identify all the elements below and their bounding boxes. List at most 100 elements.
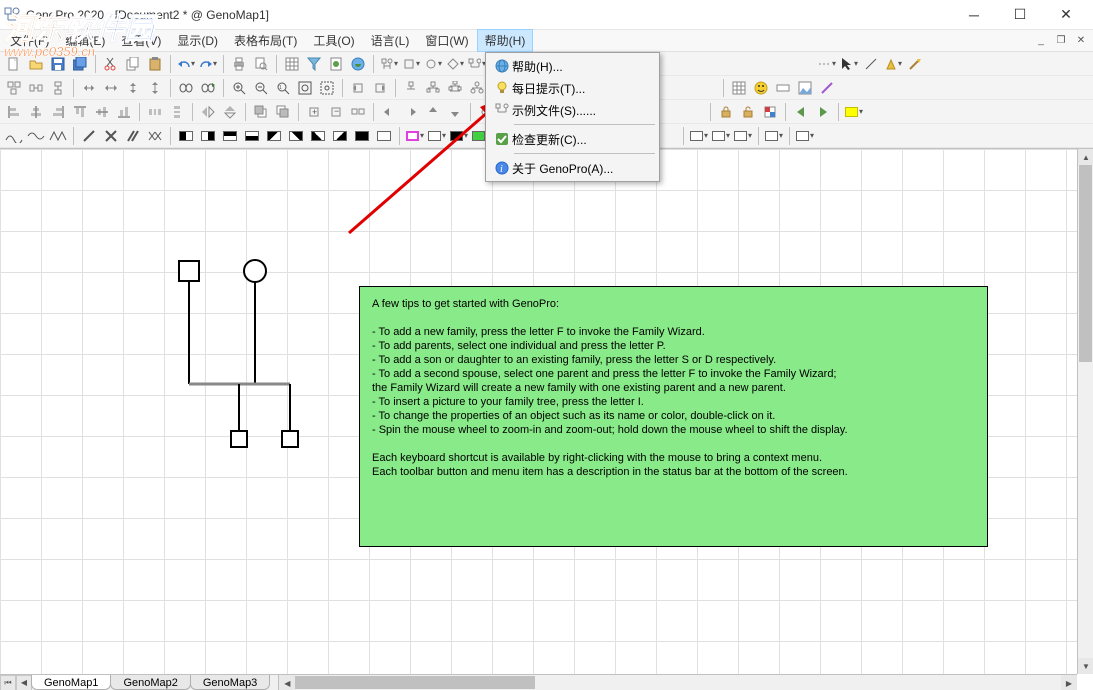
align-bottom-icon[interactable] — [114, 102, 134, 122]
fill-right-icon[interactable] — [198, 126, 218, 146]
fill-bottomleft-icon[interactable] — [308, 126, 328, 146]
cut-icon[interactable] — [101, 54, 121, 74]
color-magenta-icon[interactable] — [405, 126, 425, 146]
line-double-x-icon[interactable] — [145, 126, 165, 146]
align-center-h-icon[interactable] — [26, 102, 46, 122]
close-button[interactable]: ✕ — [1043, 0, 1089, 30]
scroll-down-icon[interactable]: ▼ — [1078, 658, 1093, 674]
table-layout-icon[interactable] — [282, 54, 302, 74]
vscroll-thumb[interactable] — [1079, 165, 1092, 362]
nav-prev-icon[interactable] — [791, 102, 811, 122]
fill-bottomright-icon[interactable] — [330, 126, 350, 146]
tab-genomap3[interactable]: GenoMap3 — [190, 675, 270, 690]
tag-filter-icon[interactable] — [304, 54, 324, 74]
flip-h-icon[interactable] — [198, 102, 218, 122]
size-shrink-icon[interactable]: − — [326, 102, 346, 122]
pointer-tool-icon[interactable] — [839, 54, 859, 74]
line-wave-icon[interactable] — [26, 126, 46, 146]
family-gen-4-icon[interactable] — [467, 78, 487, 98]
print-icon[interactable] — [229, 54, 249, 74]
color-sw-4-icon[interactable] — [764, 126, 784, 146]
scroll-up-icon[interactable]: ▲ — [1078, 149, 1093, 165]
scroll-right-icon[interactable]: ▶ — [1061, 675, 1077, 690]
toggle-smiley-icon[interactable] — [751, 78, 771, 98]
merge-vertical-icon[interactable] — [123, 78, 143, 98]
zoom-out-icon[interactable] — [251, 78, 271, 98]
size-grow-icon[interactable]: + — [304, 102, 324, 122]
undo-icon[interactable] — [176, 54, 196, 74]
fill-left-icon[interactable] — [176, 126, 196, 146]
mdi-restore-button[interactable]: ❐ — [1052, 33, 1070, 49]
menu-edit[interactable]: 编辑(E) — [57, 29, 113, 52]
align-left-icon[interactable] — [4, 102, 24, 122]
color-black-icon[interactable] — [449, 126, 469, 146]
send-back-icon[interactable] — [273, 102, 293, 122]
color-sw-5-icon[interactable] — [795, 126, 815, 146]
menu-file[interactable]: 文件(F) — [2, 29, 57, 52]
mdi-close-button[interactable]: ✕ — [1072, 33, 1090, 49]
zoom-selection-icon[interactable] — [317, 78, 337, 98]
color-sw-3-icon[interactable] — [733, 126, 753, 146]
upload-pedigree-icon[interactable] — [348, 54, 368, 74]
menu-sample-files[interactable]: 示例文件(S)...... — [488, 99, 657, 121]
menu-window[interactable]: 窗口(W) — [417, 29, 476, 52]
fill-topright-icon[interactable] — [286, 126, 306, 146]
color-sw-2-icon[interactable] — [711, 126, 731, 146]
copy-icon[interactable] — [123, 54, 143, 74]
nav-next-icon[interactable] — [813, 102, 833, 122]
toggle-relationships-icon[interactable] — [817, 78, 837, 98]
hscroll-thumb[interactable] — [295, 676, 534, 689]
family-gen-3-icon[interactable] — [445, 78, 465, 98]
align-middle-v-icon[interactable] — [92, 102, 112, 122]
line-tool-icon[interactable] — [861, 54, 881, 74]
fill-solid-icon[interactable] — [352, 126, 372, 146]
tab-prev-icon[interactable]: ◀ — [16, 675, 32, 690]
paste-icon[interactable] — [145, 54, 165, 74]
new-pet-icon[interactable] — [445, 54, 465, 74]
save-icon[interactable] — [48, 54, 68, 74]
autoarrange-vertical-icon[interactable] — [48, 78, 68, 98]
line-x-icon[interactable] — [101, 126, 121, 146]
family-gen-1-icon[interactable] — [401, 78, 421, 98]
minimize-button[interactable]: ─ — [951, 0, 997, 30]
new-document-icon[interactable] — [4, 54, 24, 74]
horizontal-scrollbar[interactable]: ◀ ▶ — [278, 675, 1077, 690]
line-solid-icon[interactable] — [4, 126, 24, 146]
zoom-100-icon[interactable]: 1 — [273, 78, 293, 98]
autoarrange-horizontal-icon[interactable] — [26, 78, 46, 98]
line-zigzag-icon[interactable] — [48, 126, 68, 146]
drawing-canvas[interactable]: A few tips to get started with GenoPro: … — [0, 149, 1077, 674]
mdi-minimize-button[interactable]: _ — [1032, 33, 1050, 49]
genogram-shapes[interactable] — [177, 259, 317, 489]
align-top-icon[interactable] — [70, 102, 90, 122]
new-female-icon[interactable] — [423, 54, 443, 74]
shift-up-icon[interactable] — [423, 102, 443, 122]
wand-icon[interactable] — [905, 54, 925, 74]
bring-front-icon[interactable] — [251, 102, 271, 122]
size-same-icon[interactable] — [348, 102, 368, 122]
autoarrange-icon[interactable] — [4, 78, 24, 98]
lock-icon[interactable] — [716, 102, 736, 122]
maximize-button[interactable]: ☐ — [997, 0, 1043, 30]
fill-bottom-icon[interactable] — [242, 126, 262, 146]
distribute-h-icon[interactable] — [145, 102, 165, 122]
menu-help-help[interactable]: 帮助(H)... — [488, 55, 657, 77]
find-next-icon[interactable] — [198, 78, 218, 98]
color-white-icon[interactable] — [427, 126, 447, 146]
zoom-in-icon[interactable] — [229, 78, 249, 98]
highlight-color-icon[interactable] — [844, 102, 864, 122]
print-preview-icon[interactable] — [251, 54, 271, 74]
vscroll-track[interactable] — [1078, 165, 1093, 658]
genomap-prev-icon[interactable] — [348, 78, 368, 98]
fill-top-icon[interactable] — [220, 126, 240, 146]
emotional-line-icon[interactable] — [817, 54, 837, 74]
color-sw-1-icon[interactable] — [689, 126, 709, 146]
tab-first-icon[interactable]: ⏮ — [0, 675, 16, 690]
shift-down-icon[interactable] — [445, 102, 465, 122]
tab-genomap1[interactable]: GenoMap1 — [31, 675, 111, 690]
family-gen-2-icon[interactable] — [423, 78, 443, 98]
redo-icon[interactable] — [198, 54, 218, 74]
shape-tool-icon[interactable] — [883, 54, 903, 74]
menu-view[interactable]: 查看(V) — [113, 29, 169, 52]
merge-horizontal-icon[interactable] — [79, 78, 99, 98]
